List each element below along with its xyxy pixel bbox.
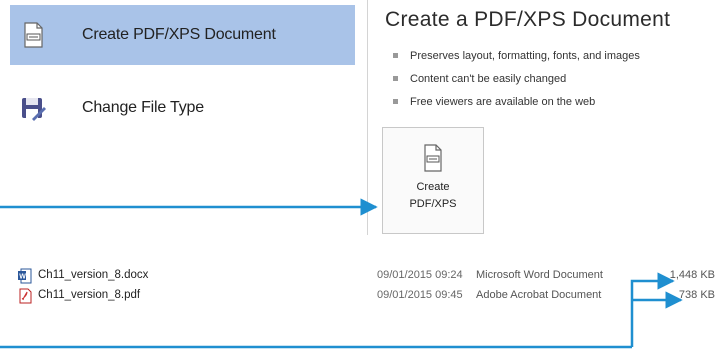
bullet-icon (393, 76, 398, 81)
feature-list: Preserves layout, formatting, fonts, and… (393, 44, 640, 113)
create-pdf-xps-label: Create PDF/XPS Document (82, 26, 276, 43)
create-button-label-line2: PDF/XPS (409, 198, 457, 210)
bullet-icon (393, 53, 398, 58)
file-row-pdf[interactable]: Ch11_version_8.pdf 09/01/2015 09:45 Adob… (0, 287, 727, 305)
change-file-type-label: Change File Type (82, 99, 204, 116)
word-document-icon: W (18, 268, 32, 284)
feature-item: Content can't be easily changed (393, 67, 640, 90)
create-pdf-xps-option[interactable]: Create PDF/XPS Document (10, 5, 355, 65)
save-as-icon (18, 93, 48, 123)
pdf-file-icon (18, 288, 32, 304)
create-pdf-xps-button[interactable]: Create PDF/XPS (382, 127, 484, 234)
file-type: Adobe Acrobat Document (476, 289, 602, 301)
svg-text:W: W (19, 274, 26, 281)
file-name: Ch11_version_8.docx (38, 269, 149, 281)
detail-title: Create a PDF/XPS Document (385, 8, 671, 31)
file-modified: 09/01/2015 09:45 (377, 289, 463, 301)
export-options-panel: Create PDF/XPS Document Change File Type (0, 0, 367, 235)
pdf-document-icon (420, 143, 446, 173)
feature-item: Preserves layout, formatting, fonts, and… (393, 44, 640, 67)
file-modified: 09/01/2015 09:24 (377, 269, 463, 281)
file-type: Microsoft Word Document (476, 269, 603, 281)
bullet-icon (393, 99, 398, 104)
change-file-type-option[interactable]: Change File Type (10, 78, 355, 138)
file-size: 738 KB (678, 289, 715, 301)
file-size: 1,448 KB (669, 269, 715, 281)
file-row-docx[interactable]: W Ch11_version_8.docx 09/01/2015 09:24 M… (0, 267, 727, 285)
file-name: Ch11_version_8.pdf (38, 289, 141, 301)
panel-divider (367, 0, 368, 235)
create-button-label-line1: Create (416, 181, 450, 193)
pdf-document-icon (18, 20, 48, 50)
feature-item: Free viewers are available on the web (393, 90, 640, 113)
